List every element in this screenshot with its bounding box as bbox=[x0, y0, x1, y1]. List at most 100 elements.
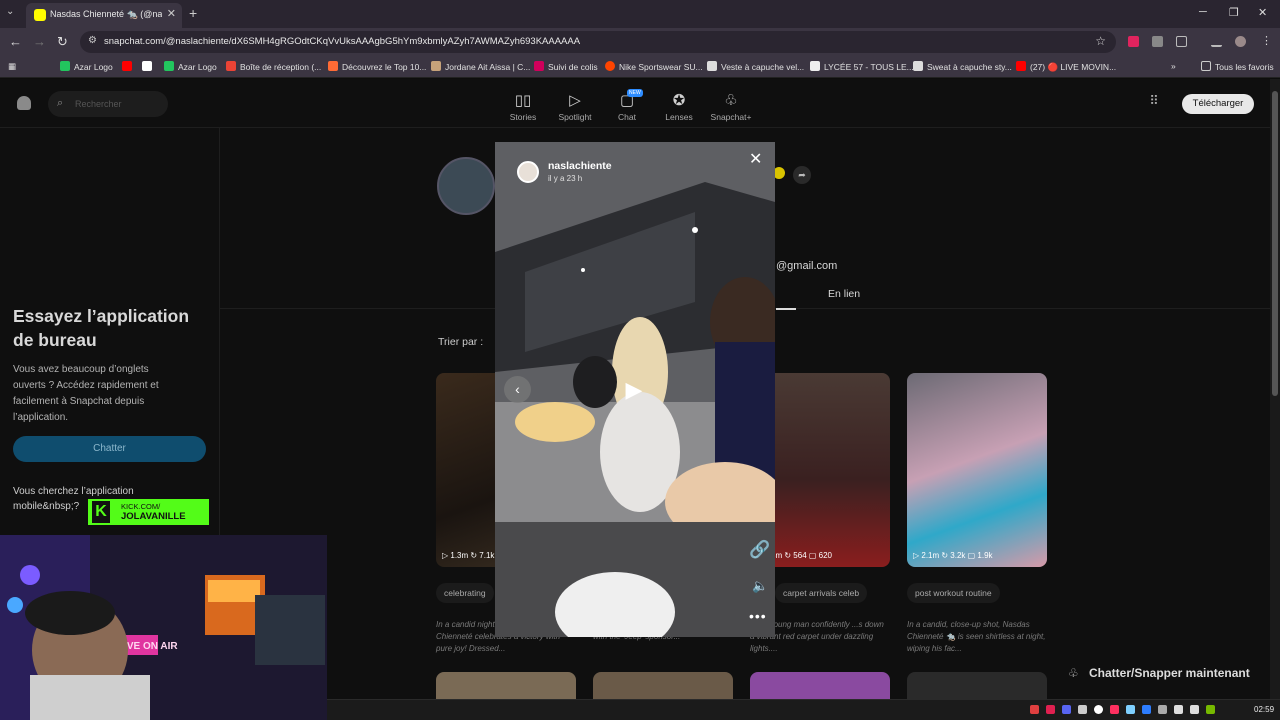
bookmark-item[interactable]: Jordane Ait Aissa | C... bbox=[431, 61, 530, 72]
nav-label: Lenses bbox=[665, 112, 693, 122]
apps-grid-icon[interactable]: ⠿ bbox=[1143, 93, 1165, 115]
download-button[interactable]: Télécharger bbox=[1182, 94, 1254, 114]
restore-icon[interactable]: ❐ bbox=[1229, 6, 1239, 19]
sound-icon[interactable]: 🔈 bbox=[752, 578, 768, 594]
apps-grid-icon[interactable]: ▦ bbox=[8, 61, 16, 72]
bookmark-item[interactable]: Suivi de colis bbox=[534, 61, 598, 72]
spotlight-icon: ▷ bbox=[569, 92, 581, 109]
sort-label: Trier par : bbox=[438, 336, 484, 348]
site-info-icon[interactable]: ⚙ bbox=[88, 35, 97, 46]
bookmark-item[interactable]: Azar Logo bbox=[164, 61, 217, 72]
story-viewer-modal: naslachiente il y a 23 h ✕ ‹ ▶ 🔗 🔈 ••• bbox=[495, 142, 775, 637]
minimize-icon[interactable]: ─ bbox=[1199, 6, 1207, 18]
browser-tab-active[interactable]: Nasdas Chienneté 🐀 (@naslac ✕ bbox=[26, 3, 182, 28]
bookmark-item[interactable]: Sweat à capuche sty... bbox=[913, 61, 1012, 72]
profile-avatar[interactable] bbox=[437, 157, 495, 215]
snapchat-ghost-logo[interactable] bbox=[17, 96, 31, 110]
nvidia-icon[interactable] bbox=[1206, 705, 1215, 714]
scrollbar-thumb[interactable] bbox=[1272, 91, 1278, 396]
nav-snapchat-plus[interactable]: ♧ Snapchat+ bbox=[706, 91, 756, 122]
previous-story-icon[interactable]: ‹ bbox=[504, 376, 531, 403]
new-tab-icon[interactable]: + bbox=[189, 5, 197, 21]
new-badge: NEW bbox=[627, 89, 643, 97]
search-input[interactable]: ⌕ Rechercher bbox=[48, 91, 168, 117]
address-bar[interactable]: ⚙ snapchat.com/@naslachiente/dX6SMH4gRGO… bbox=[80, 31, 1116, 53]
volume-icon[interactable] bbox=[1190, 705, 1199, 714]
tray-app-icon[interactable] bbox=[1094, 705, 1103, 714]
bookmark-item[interactable] bbox=[142, 61, 156, 72]
bookmark-item[interactable]: Découvrez le Top 10... bbox=[328, 61, 426, 72]
spotlight-card[interactable]: ▷ 2.1m ↻ 3.2k ▢ 1.9k bbox=[907, 373, 1047, 567]
mic-icon[interactable] bbox=[1030, 705, 1039, 714]
extensions-puzzle-icon[interactable] bbox=[1176, 36, 1187, 47]
discord-icon[interactable] bbox=[1062, 705, 1071, 714]
bookmark-item[interactable] bbox=[122, 61, 136, 72]
tab-title: Nasdas Chienneté 🐀 (@naslac bbox=[50, 9, 162, 19]
promo-body: Vous avez beaucoup d’onglets ouverts ? A… bbox=[13, 364, 159, 423]
network-icon[interactable] bbox=[1174, 705, 1183, 714]
nav-label: Chat bbox=[618, 112, 636, 122]
nav-lenses[interactable]: ✪ Lenses bbox=[654, 91, 704, 122]
kick-logo: K bbox=[92, 501, 110, 523]
nav-label: Stories bbox=[509, 112, 537, 122]
card-stats: ▷ 1.3m ↻ 7.1k bbox=[442, 551, 495, 560]
lenses-icon: ✪ bbox=[672, 92, 686, 109]
webcam-scene: LIVE ON AIR bbox=[0, 535, 327, 720]
more-options-icon[interactable]: ••• bbox=[749, 608, 767, 624]
menu-kebab-icon[interactable]: ⋮ bbox=[1261, 34, 1272, 47]
profile-avatar[interactable] bbox=[1235, 36, 1246, 47]
card-description: In a candid, close-up shot, Nasdas Chien… bbox=[907, 620, 1046, 653]
tray-app-icon[interactable] bbox=[1126, 705, 1135, 714]
bookmark-item[interactable]: LYCÉE 57 - TOUS LE... bbox=[810, 61, 914, 72]
link-icon[interactable]: 🔗 bbox=[749, 540, 770, 560]
bookmark-item[interactable]: Azar Logo bbox=[60, 61, 113, 72]
story-author-avatar[interactable] bbox=[517, 161, 539, 183]
forward-icon[interactable]: → bbox=[33, 34, 46, 49]
bookmark-item[interactable]: Nike Sportswear SU... bbox=[605, 61, 703, 72]
bookmark-star-icon[interactable]: ☆ bbox=[1095, 34, 1106, 48]
close-window-icon[interactable]: ✕ bbox=[1258, 6, 1267, 19]
taskbar-clock[interactable]: 02:59 bbox=[1254, 705, 1274, 714]
extension-icon[interactable] bbox=[1152, 36, 1163, 47]
tray-app-icon[interactable] bbox=[1078, 705, 1087, 714]
nav-spotlight[interactable]: ▷ Spotlight bbox=[550, 91, 600, 122]
tab-related[interactable]: En lien bbox=[828, 288, 860, 300]
kick-channel-overlay: K KICK.COM/ JOLAVANILLE bbox=[88, 499, 209, 525]
nav-label: Spotlight bbox=[558, 112, 592, 122]
bookmark-item[interactable]: Veste à capuche vel... bbox=[707, 61, 804, 72]
bluetooth-icon[interactable] bbox=[1142, 705, 1151, 714]
topic-chip[interactable]: post workout routine bbox=[907, 583, 1000, 603]
streamer-webcam: LIVE ON AIR bbox=[0, 535, 327, 720]
tray-app-icon[interactable] bbox=[1110, 705, 1119, 714]
topic-chip[interactable]: carpet arrivals celeb bbox=[775, 583, 868, 603]
tray-app-icon[interactable] bbox=[1158, 705, 1167, 714]
snapchat-plus-icon: ♧ bbox=[724, 92, 738, 109]
chat-button[interactable]: Chatter bbox=[13, 436, 206, 462]
topic-chip[interactable]: celebrating bbox=[436, 583, 494, 603]
share-icon[interactable]: ➦ bbox=[793, 166, 811, 184]
extension-icon[interactable] bbox=[1128, 36, 1139, 47]
media-control-icon[interactable] bbox=[1211, 36, 1222, 47]
bookmarks-overflow-icon[interactable]: » bbox=[1171, 61, 1176, 71]
tab-search-icon[interactable]: ⌄ bbox=[6, 6, 14, 17]
page-scrollbar[interactable] bbox=[1270, 79, 1280, 720]
tray-app-icon[interactable] bbox=[1046, 705, 1055, 714]
bookmark-item[interactable]: (27) 🔴 LIVE MOVIN... bbox=[1016, 61, 1116, 73]
back-icon[interactable]: ← bbox=[9, 34, 22, 49]
nav-stories[interactable]: ▯▯ Stories bbox=[498, 91, 548, 122]
snapchat-favicon bbox=[34, 9, 46, 21]
ghost-icon: ♧ bbox=[1068, 666, 1079, 680]
story-username[interactable]: naslachiente bbox=[548, 160, 612, 172]
promo-title: Essayez l’application de bureau bbox=[13, 306, 190, 350]
reload-icon[interactable]: ↻ bbox=[57, 34, 68, 50]
search-placeholder: Rechercher bbox=[75, 99, 122, 109]
snapchat-top-nav: ⌕ Rechercher ▯▯ Stories ▷ Spotlight ▢ Ch… bbox=[0, 79, 1270, 128]
close-tab-icon[interactable]: ✕ bbox=[167, 7, 176, 20]
browser-toolbar: ← → ↻ ⚙ snapchat.com/@naslachiente/dX6SM… bbox=[0, 28, 1280, 56]
story-timestamp: il y a 23 h bbox=[548, 174, 583, 183]
bookmark-item[interactable]: Boîte de réception (... bbox=[226, 61, 321, 72]
browser-tab-strip: ⌄ Nasdas Chienneté 🐀 (@naslac ✕ + ─ ❐ ✕ bbox=[0, 0, 1280, 28]
all-favorites-folder[interactable]: Tous les favoris bbox=[1201, 61, 1274, 72]
play-icon[interactable]: ▶ bbox=[620, 377, 648, 405]
close-icon[interactable]: ✕ bbox=[749, 149, 762, 169]
